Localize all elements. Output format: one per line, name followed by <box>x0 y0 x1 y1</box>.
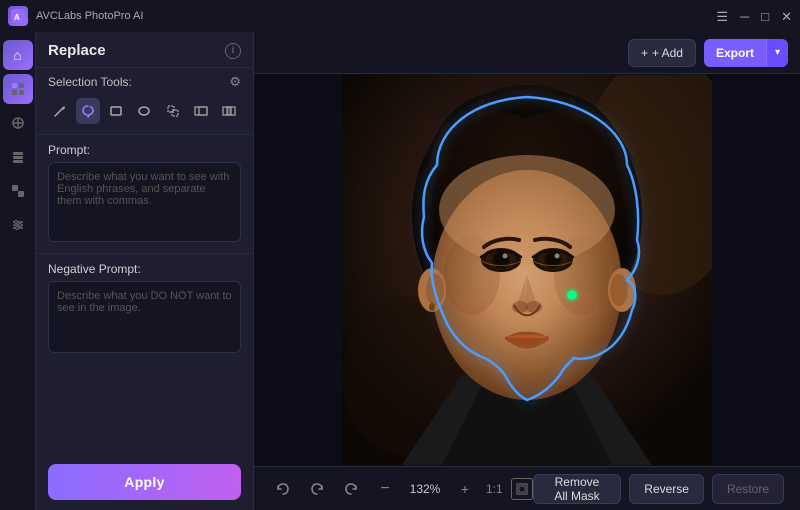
export-button-group: Export ▾ <box>704 39 788 67</box>
restore-button[interactable]: Restore <box>712 474 784 504</box>
apply-button[interactable]: Apply <box>48 464 241 500</box>
divider-2 <box>36 134 253 135</box>
sidebar-item-settings[interactable] <box>3 210 33 240</box>
pen-tool-btn[interactable] <box>48 98 72 124</box>
export-dropdown-button[interactable]: ▾ <box>766 39 788 67</box>
portrait-image <box>342 75 712 465</box>
image-container <box>254 74 800 466</box>
negative-prompt-label: Negative Prompt: <box>48 262 241 276</box>
add-plus-icon: + <box>641 46 648 60</box>
menu-button[interactable]: ☰ <box>716 10 728 23</box>
zoom-out-button[interactable]: − <box>372 476 398 502</box>
left-panel: Replace i Selection Tools: ⚙ <box>36 32 254 510</box>
sidebar-item-home[interactable]: ⌂ <box>3 40 33 70</box>
sidebar-icons: ⌂ <box>0 32 36 510</box>
tool-buttons <box>36 96 253 132</box>
title-bar: A AVCLabs PhotoPro AI ☰ ─ □ ✕ <box>0 0 800 32</box>
app-title: AVCLabs PhotoPro AI <box>36 10 143 22</box>
remove-all-mask-button[interactable]: Remove All Mask <box>533 474 622 504</box>
magic-tool-btn[interactable] <box>161 98 185 124</box>
subtract-tool-btn[interactable] <box>189 98 213 124</box>
negative-prompt-textarea[interactable] <box>48 281 241 353</box>
main-layout: ⌂ <box>0 32 800 510</box>
zoom-level-display: 132% <box>406 482 444 496</box>
minimize-button[interactable]: ─ <box>740 10 749 23</box>
sidebar-item-tools[interactable] <box>3 74 33 104</box>
reverse-button[interactable]: Reverse <box>629 474 704 504</box>
zoom-controls: − 132% + 1:1 <box>270 476 533 502</box>
export-button[interactable]: Export <box>704 39 766 67</box>
undo-button[interactable] <box>270 476 296 502</box>
redo1-button[interactable] <box>304 476 330 502</box>
tools-gear-icon[interactable]: ⚙ <box>229 74 241 90</box>
ellipse-tool-btn[interactable] <box>132 98 156 124</box>
window-controls: ☰ ─ □ ✕ <box>716 10 792 23</box>
app-icon: A <box>8 6 28 26</box>
redo2-button[interactable] <box>338 476 364 502</box>
title-bar-left: A AVCLabs PhotoPro AI <box>8 6 143 26</box>
sidebar-item-color[interactable] <box>3 176 33 206</box>
canvas-header: + + Add Export ▾ <box>254 32 800 74</box>
sidebar-item-layers[interactable] <box>3 142 33 172</box>
bottom-toolbar: − 132% + 1:1 Remove All Mask Reverse Res… <box>254 466 800 510</box>
selection-tools-label: Selection Tools: <box>48 75 132 89</box>
add-button[interactable]: + + Add <box>628 39 696 67</box>
close-button[interactable]: ✕ <box>781 10 792 23</box>
maximize-button[interactable]: □ <box>761 10 769 23</box>
prompt-label: Prompt: <box>48 143 241 157</box>
intersect-tool-btn[interactable] <box>217 98 241 124</box>
sidebar-item-adjust[interactable] <box>3 108 33 138</box>
svg-text:A: A <box>14 13 20 22</box>
panel-header: Replace i <box>36 32 253 65</box>
tools-row: Selection Tools: ⚙ <box>36 70 253 96</box>
info-icon[interactable]: i <box>225 43 241 59</box>
prompt-textarea[interactable] <box>48 162 241 242</box>
divider-1 <box>36 67 253 68</box>
prompt-section: Prompt: <box>36 137 253 251</box>
portrait-svg <box>342 75 712 465</box>
zoom-in-button[interactable]: + <box>452 476 478 502</box>
negative-prompt-section: Negative Prompt: <box>36 256 253 456</box>
divider-3 <box>36 253 253 254</box>
action-buttons: Remove All Mask Reverse Restore <box>533 474 784 504</box>
canvas-area: + + Add Export ▾ <box>254 32 800 510</box>
fit-to-screen-button[interactable] <box>511 478 533 500</box>
lasso-tool-btn[interactable] <box>76 98 100 124</box>
rect-tool-btn[interactable] <box>104 98 128 124</box>
panel-title: Replace <box>48 42 106 59</box>
zoom-ratio-display: 1:1 <box>486 482 503 496</box>
